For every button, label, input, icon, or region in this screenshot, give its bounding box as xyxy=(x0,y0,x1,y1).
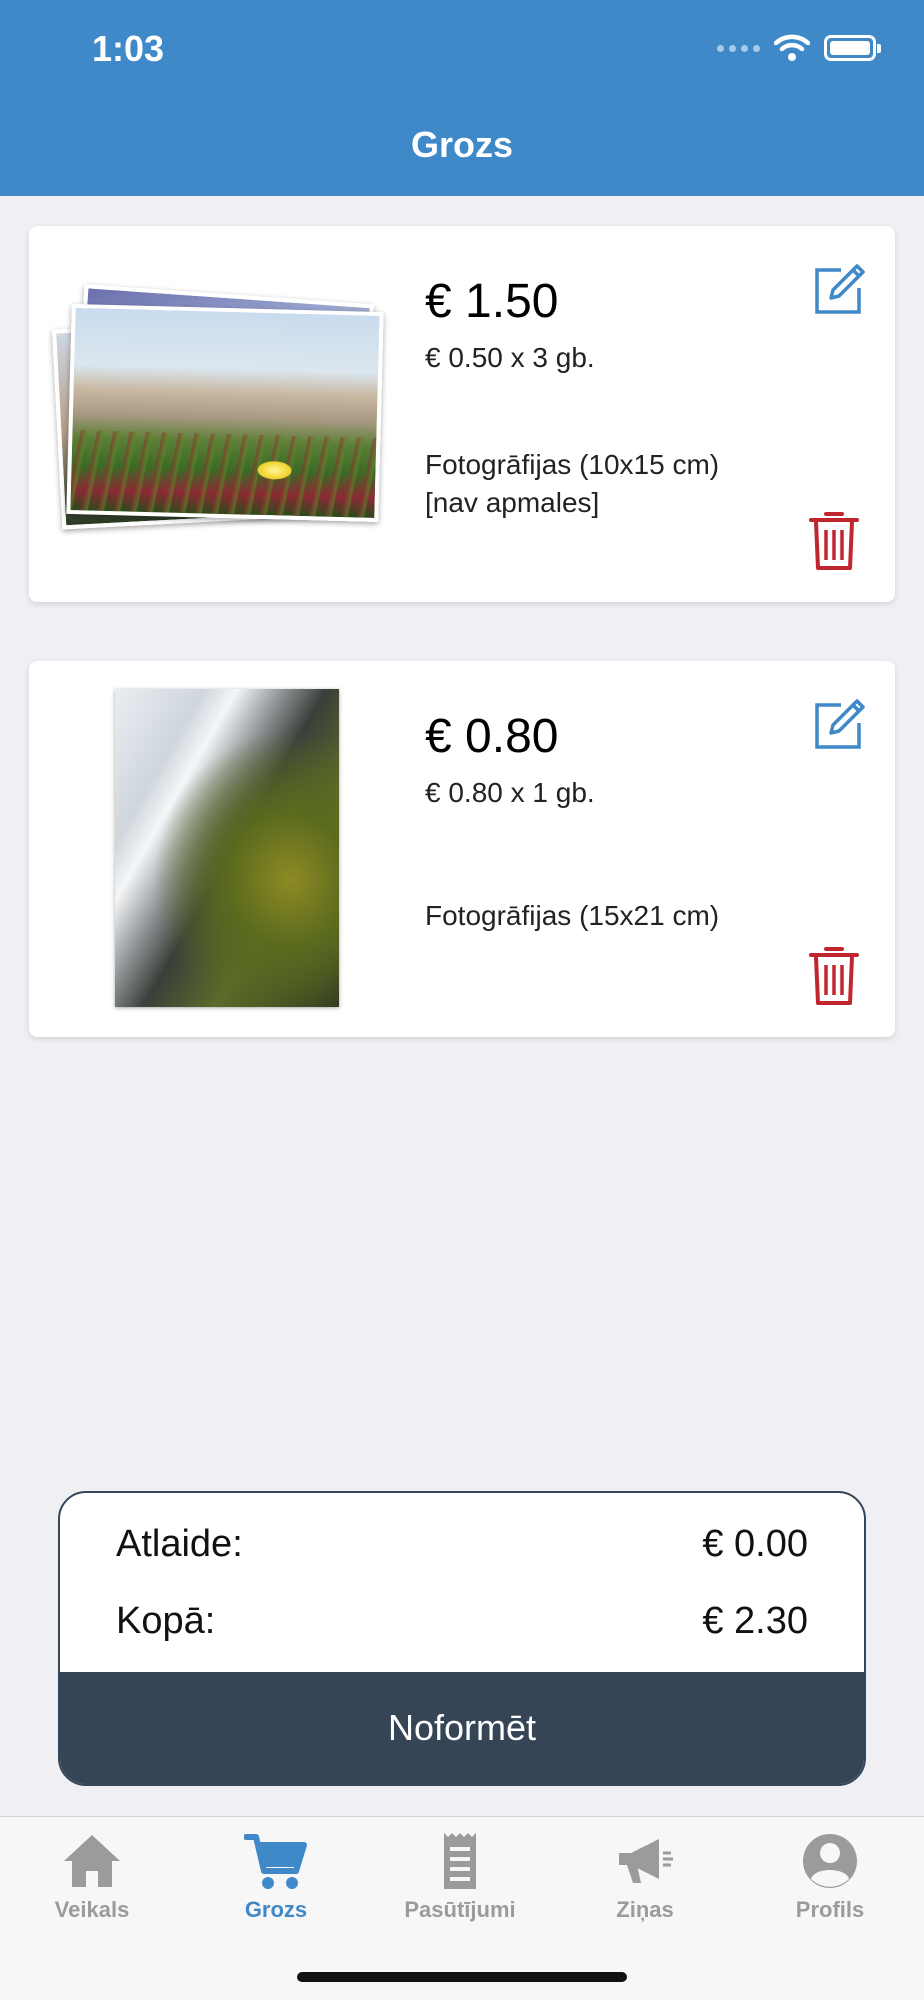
cart-icon xyxy=(244,1834,307,1889)
receipt-icon xyxy=(444,1833,476,1889)
checkout-button[interactable]: Noformēt xyxy=(60,1672,864,1784)
cart-item[interactable]: € 0.80 € 0.80 x 1 gb. Fotogrāfijas (15x2… xyxy=(29,661,895,1037)
edit-icon[interactable] xyxy=(811,262,867,318)
tab-orders[interactable]: Pasūtījumi xyxy=(380,1831,540,1923)
page-title: Grozs xyxy=(410,124,514,165)
tab-label: Veikals xyxy=(54,1897,130,1922)
app-header: 1:03 Grozs xyxy=(0,0,924,196)
trash-icon[interactable] xyxy=(809,943,859,1007)
photo-stack-thumbnail xyxy=(51,284,397,546)
total-value: € 2.30 xyxy=(702,1600,808,1642)
status-icons xyxy=(717,34,881,62)
tab-profile[interactable]: Profils xyxy=(750,1831,910,1923)
home-icon xyxy=(64,1835,120,1887)
total-label: Kopā: xyxy=(116,1600,216,1642)
tab-label: Grozs xyxy=(244,1897,308,1922)
edit-icon[interactable] xyxy=(811,697,867,753)
trash-icon[interactable] xyxy=(809,508,859,572)
photo-detail xyxy=(70,430,377,518)
tab-news[interactable]: Ziņas xyxy=(565,1831,725,1923)
photo-thumbnail xyxy=(115,689,339,1007)
tab-label: Ziņas xyxy=(616,1897,674,1922)
tab-cart[interactable]: Grozs xyxy=(196,1831,356,1923)
photo-detail xyxy=(257,460,292,480)
discount-value: € 0.00 xyxy=(702,1523,808,1565)
item-unit-price: € 0.80 x 1 gb. xyxy=(425,777,595,808)
item-description-line: [nav apmales] xyxy=(425,487,600,518)
item-price: € 1.50 xyxy=(425,275,559,328)
item-description-line: Fotogrāfijas (10x15 cm) xyxy=(425,449,720,480)
home-indicator[interactable] xyxy=(297,1972,627,1982)
megaphone-icon xyxy=(619,1839,673,1883)
cart-item-info: € 1.50 € 0.50 x 3 gb. Fotogrāfijas (10x1… xyxy=(425,226,785,602)
discount-label: Atlaide: xyxy=(116,1523,243,1565)
order-summary: Atlaide: € 0.00 Kopā: € 2.30 Noformēt xyxy=(58,1491,866,1786)
profile-icon xyxy=(803,1834,857,1888)
photo-thumbnail xyxy=(66,303,384,523)
tab-label: Profils xyxy=(795,1897,865,1922)
status-time: 1:03 xyxy=(92,28,165,69)
battery-icon xyxy=(824,35,881,61)
total-row: Kopā: € 2.30 xyxy=(116,1600,808,1643)
wifi-icon xyxy=(774,34,810,61)
item-description-line: Fotogrāfijas (15x21 cm) xyxy=(425,900,720,931)
item-price: € 0.80 xyxy=(425,710,559,763)
cart-item[interactable]: € 1.50 € 0.50 x 3 gb. Fotogrāfijas (10x1… xyxy=(29,226,895,602)
item-description: Fotogrāfijas (10x15 cm) [nav apmales] xyxy=(425,446,719,522)
item-description: Fotogrāfijas (15x21 cm) xyxy=(425,897,719,935)
item-unit-price: € 0.50 x 3 gb. xyxy=(425,342,595,373)
cart-item-info: € 0.80 € 0.80 x 1 gb. Fotogrāfijas (15x2… xyxy=(425,661,785,1037)
discount-row: Atlaide: € 0.00 xyxy=(116,1523,808,1566)
cellular-signal-icon xyxy=(717,44,760,52)
tab-store[interactable]: Veikals xyxy=(12,1831,172,1923)
tab-label: Pasūtījumi xyxy=(404,1897,516,1922)
